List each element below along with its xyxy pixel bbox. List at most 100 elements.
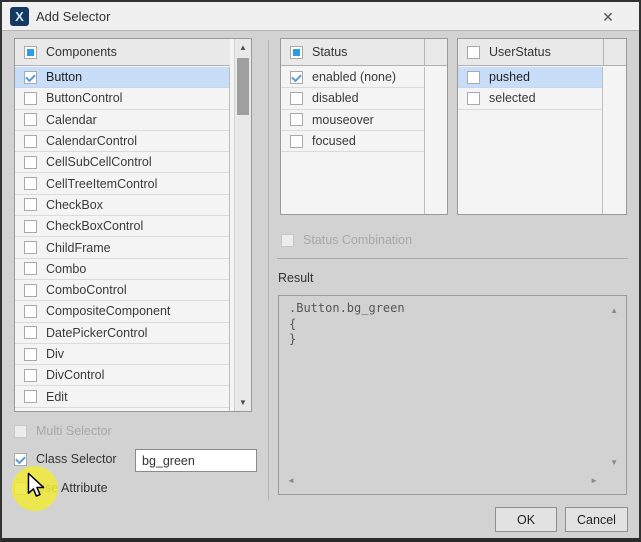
list-item-label: pushed [489,70,530,84]
list-item-label: CalendarControl [46,134,137,148]
list-item[interactable]: enabled (none) [281,67,424,88]
list-item-label: Combo [46,262,86,276]
checkbox-icon[interactable] [24,177,37,190]
scroll-down-icon[interactable]: ▼ [610,455,618,471]
checkbox-icon[interactable] [290,71,303,84]
status-header[interactable]: Status [281,39,447,66]
checkbox-icon[interactable] [24,348,37,361]
list-item[interactable]: Calendar [15,110,229,131]
list-item-label: selected [489,91,536,105]
list-item-label: disabled [312,91,359,105]
checkbox-icon[interactable] [24,390,37,403]
cancel-button[interactable]: Cancel [565,507,628,532]
status-rows: enabled (none) disabled mouseover focuse… [281,67,425,214]
checkbox-icon[interactable] [24,113,37,126]
status-header-label: Status [312,45,347,59]
result-line: } [289,332,616,348]
list-item[interactable]: CellSubCellControl [15,152,229,173]
list-item[interactable]: ComboControl [15,280,229,301]
list-item-label: ButtonControl [46,91,122,105]
list-item[interactable]: selected [458,88,602,109]
list-item[interactable]: CellTreeItemControl [15,173,229,194]
list-item[interactable]: DatePickerControl [15,323,229,344]
checkbox-icon[interactable] [24,198,37,211]
scrollbar-thumb[interactable] [237,58,249,115]
checkbox-icon[interactable] [24,241,37,254]
list-item[interactable]: CalendarControl [15,131,229,152]
class-selector-option[interactable]: Class Selector [14,452,117,466]
titlebar[interactable]: X Add Selector ✕ [2,2,639,31]
checkbox-icon[interactable] [24,284,37,297]
list-item[interactable]: Combo [15,259,229,280]
list-item[interactable]: EditControl [15,408,229,411]
checkbox-icon[interactable] [24,262,37,275]
list-item[interactable]: ButtonControl [15,88,229,109]
userstatus-header[interactable]: UserStatus [458,39,626,66]
checkbox-icon[interactable] [290,92,303,105]
checkbox-icon[interactable] [467,92,480,105]
list-item-label: enabled (none) [312,70,396,84]
components-rows: Button ButtonControl Calendar CalendarCo… [15,67,230,411]
list-item-label: ChildFrame [46,241,111,255]
result-text: .Button.bg_green { } [279,296,626,353]
status-header-checkbox-icon[interactable] [290,46,303,59]
list-item-label: CheckBoxControl [46,219,143,233]
checkbox-icon[interactable] [290,113,303,126]
list-item-label: CellTreeItemControl [46,177,157,191]
list-item-label: Edit [46,390,68,404]
list-item[interactable]: Div [15,344,229,365]
status-list-panel: Status enabled (none) disabled mouseover… [280,38,448,215]
multi-selector-checkbox-icon [14,425,27,438]
list-item[interactable]: Button [15,67,229,88]
list-item[interactable]: focused [281,131,424,152]
window-title: Add Selector [36,9,110,24]
result-label: Result [278,271,313,285]
list-item[interactable]: pushed [458,67,602,88]
scroll-up-icon[interactable]: ▲ [610,303,618,319]
list-item[interactable]: CompositeComponent [15,301,229,322]
add-selector-dialog: X Add Selector ✕ Components Button Butto… [0,0,641,542]
list-item[interactable]: ChildFrame [15,237,229,258]
components-list-panel: Components Button ButtonControl Calendar… [14,38,252,412]
list-item-label: focused [312,134,356,148]
userstatus-header-label: UserStatus [489,45,551,59]
class-name-input[interactable] [135,449,257,472]
components-header-checkbox-icon[interactable] [24,46,37,59]
checkbox-icon[interactable] [24,326,37,339]
checkbox-icon[interactable] [467,71,480,84]
checkbox-icon[interactable] [24,92,37,105]
userstatus-header-checkbox-icon[interactable] [467,46,480,59]
list-item[interactable]: Edit [15,386,229,407]
checkbox-icon[interactable] [24,71,37,84]
ok-button[interactable]: OK [495,507,557,532]
list-item-label: mouseover [312,113,374,127]
scroll-right-icon[interactable]: ► [590,473,598,489]
list-item[interactable]: CheckBox [15,195,229,216]
multi-selector-option: Multi Selector [14,424,112,438]
list-item-label: DivControl [46,368,104,382]
list-item[interactable]: disabled [281,88,424,109]
checkbox-icon[interactable] [24,305,37,318]
list-item-label: Calendar [46,113,97,127]
components-header[interactable]: Components [15,39,230,66]
close-icon[interactable]: ✕ [594,5,622,29]
scroll-down-icon[interactable]: ▼ [235,398,251,407]
checkbox-icon[interactable] [24,135,37,148]
class-selector-checkbox-icon[interactable] [14,453,27,466]
checkbox-icon[interactable] [24,156,37,169]
status-combination-checkbox-icon [281,234,294,247]
horizontal-separator [277,258,628,259]
checkbox-icon[interactable] [24,220,37,233]
checkbox-icon[interactable] [24,369,37,382]
userstatus-list-panel: UserStatus pushed selected [457,38,627,215]
checkbox-icon[interactable] [290,135,303,148]
list-item-label: CellSubCellControl [46,155,152,169]
scroll-up-icon[interactable]: ▲ [235,43,251,52]
class-selector-label: Class Selector [36,452,117,466]
list-item-label: CompositeComponent [46,304,170,318]
list-item[interactable]: DivControl [15,365,229,386]
list-item[interactable]: CheckBoxControl [15,216,229,237]
list-item[interactable]: mouseover [281,110,424,131]
components-scrollbar[interactable]: ▲ ▼ [234,39,251,411]
scroll-left-icon[interactable]: ◄ [287,473,295,489]
